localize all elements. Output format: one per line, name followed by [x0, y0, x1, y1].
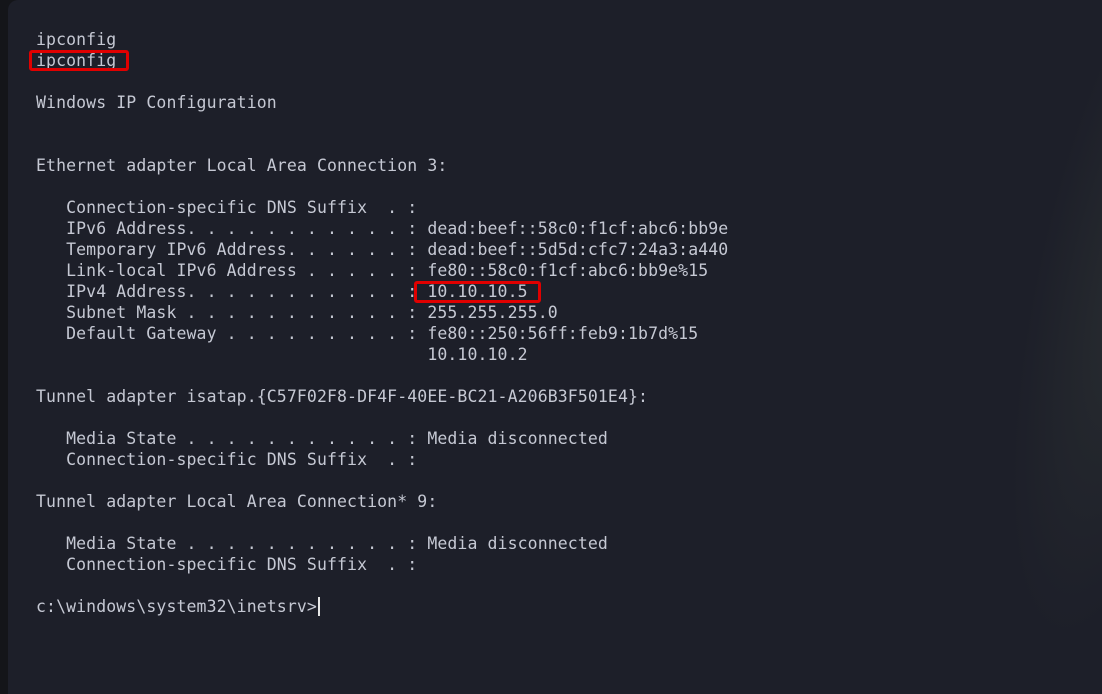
subnet-mask-line: Subnet Mask . . . . . . . . . . . : 255.…: [36, 303, 558, 322]
command-echo-line: ipconfig: [36, 30, 117, 49]
highlight-box-ipv4: [414, 281, 541, 303]
link-local-ipv6-line: Link-local IPv6 Address . . . . . : fe80…: [36, 261, 709, 280]
dns-suffix-line: Connection-specific DNS Suffix . :: [36, 450, 418, 469]
prompt-text: c:\windows\system32\inetsrv>: [36, 597, 317, 616]
default-gateway-ipv4-line: 10.10.10.2: [36, 345, 528, 364]
highlight-box-command: [29, 50, 129, 71]
terminal-window[interactable]: ipconfig ipconfig Windows IP Configurati…: [8, 0, 1102, 694]
wallpaper-leaf-shape: [961, 32, 1102, 648]
prompt-line[interactable]: c:\windows\system32\inetsrv>: [36, 596, 728, 617]
adapter-heading-ethernet: Ethernet adapter Local Area Connection 3…: [36, 156, 448, 175]
media-state-line: Media State . . . . . . . . . . . : Medi…: [36, 534, 608, 553]
adapter-heading-tunnel-9: Tunnel adapter Local Area Connection* 9:: [36, 492, 438, 511]
temp-ipv6-address-line: Temporary IPv6 Address. . . . . . : dead…: [36, 240, 729, 259]
default-gateway-line: Default Gateway . . . . . . . . . : fe80…: [36, 324, 699, 343]
adapter-heading-isatap: Tunnel adapter isatap.{C57F02F8-DF4F-40E…: [36, 387, 649, 406]
text-cursor: [317, 597, 320, 616]
terminal-output: ipconfig ipconfig Windows IP Configurati…: [36, 29, 728, 617]
output-heading: Windows IP Configuration: [36, 93, 277, 112]
dns-suffix-line: Connection-specific DNS Suffix . :: [36, 555, 418, 574]
dns-suffix-line: Connection-specific DNS Suffix . :: [36, 198, 418, 217]
ipv6-address-line: IPv6 Address. . . . . . . . . . . : dead…: [36, 219, 729, 238]
ipv4-address-line: IPv4 Address. . . . . . . . . . . : 10.1…: [36, 282, 528, 301]
command-line: ipconfig: [36, 51, 117, 70]
media-state-line: Media State . . . . . . . . . . . : Medi…: [36, 429, 608, 448]
